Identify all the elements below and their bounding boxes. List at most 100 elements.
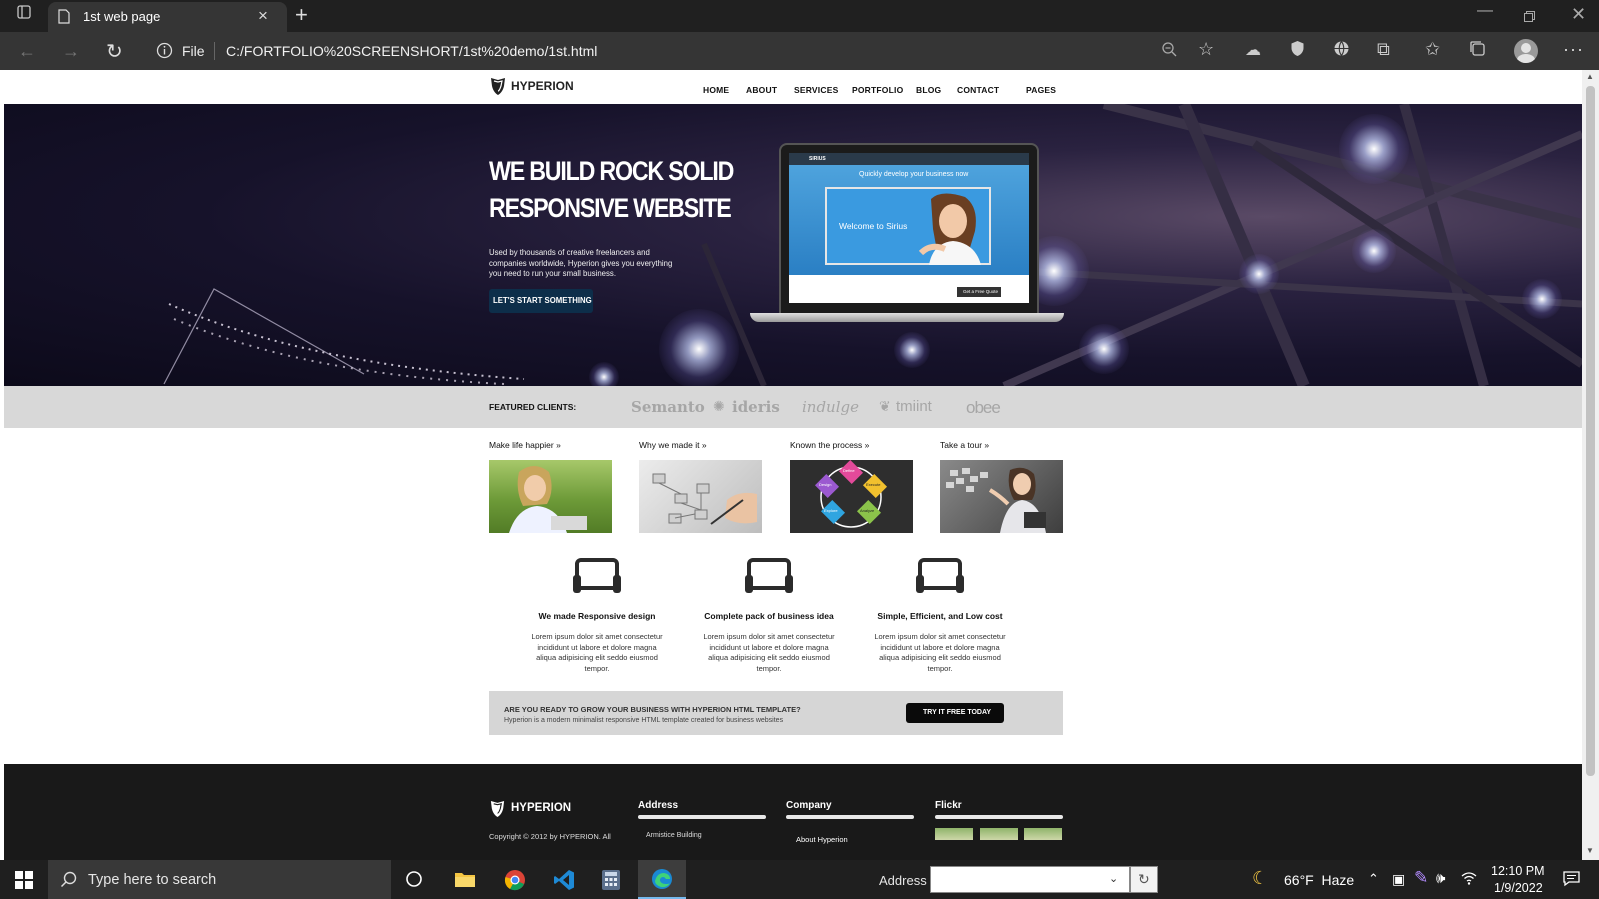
flickr-photo[interactable] [935,828,973,840]
globe-icon[interactable] [1333,40,1350,62]
page-scrollbar[interactable]: ▲ ▼ [1582,70,1599,860]
more-icon[interactable]: ··· [1563,39,1584,60]
close-tab-icon[interactable]: × [258,6,268,26]
address-go-button[interactable]: ↻ [1130,866,1158,893]
scroll-down-icon[interactable]: ▼ [1586,846,1594,855]
pen-icon[interactable]: ✎ [1414,868,1428,888]
wifi-icon[interactable] [1461,870,1477,891]
page-viewport: HYPERION HOME ABOUT SERVICES PORTFOLIO B… [0,70,1599,860]
back-icon[interactable]: ← [18,41,36,62]
new-tab-icon[interactable]: + [295,2,308,28]
taskbar-address-input[interactable]: ⌄ [930,866,1130,893]
mock-site-hero: Quickly develop your business now Welcom… [789,165,1029,275]
process-explore: Explore [824,508,838,513]
try-free-button[interactable]: TRY IT FREE TODAY [906,703,1004,723]
light-flare [1079,324,1129,374]
url-field[interactable]: C:/FORTFOLIO%20SCREENSHORT/1st%20demo/1s… [226,43,597,59]
scrollbar-thumb[interactable] [1586,86,1595,776]
try-free-label: TRY IT FREE TODAY [923,709,992,716]
favorite-add-icon[interactable]: ☆ [1198,39,1214,60]
chevron-up-icon[interactable]: ⌃ [1368,871,1379,887]
light-flare [659,309,739,386]
weather-text[interactable]: 66°F Haze [1284,872,1354,888]
taskbar-search-box[interactable]: Type here to search [48,860,391,899]
nav-pages[interactable]: PAGES [1026,85,1056,95]
brand-name[interactable]: HYPERION [511,79,574,93]
tab-actions-icon[interactable] [12,4,36,28]
chrome-icon[interactable] [504,869,526,896]
favorites-icon[interactable]: ✩ [1425,39,1440,60]
scroll-up-icon[interactable]: ▲ [1586,72,1594,81]
thumb-image-happy-girl[interactable] [489,460,612,533]
restore-icon[interactable] [1524,9,1535,27]
feature-title-1: We made Responsive design [538,611,656,621]
thumb-image-process[interactable]: Define Execute Analyze Explore Design [790,460,913,533]
search-placeholder: Type here to search [88,872,217,888]
cta-heading: ARE YOU READY TO GROW YOUR BUSINESS WITH… [504,705,801,714]
volume-icon[interactable]: 🕪 [1436,870,1445,887]
process-design: Design [819,482,832,487]
task-view-icon[interactable] [405,870,423,893]
close-window-icon[interactable]: ✕ [1571,4,1586,25]
forward-icon[interactable]: → [62,41,80,62]
footer-copyright: Copyright © 2012 by HYPERION. All [489,832,611,841]
avatar[interactable] [1514,39,1538,63]
client-logo-semanto: Semanto [631,398,705,416]
footer-company-heading: Company [786,800,832,811]
thumb-image-tour[interactable] [940,460,1063,533]
info-icon[interactable] [156,42,173,64]
chevron-down-icon[interactable]: ⌄ [1109,872,1118,885]
hero-cta-label: LET'S START SOMETHING [493,296,592,305]
edge-taskbar-button[interactable] [638,860,686,899]
hero-banner: WE BUILD ROCK SOLID RESPONSIVE WEBSITE U… [4,104,1582,386]
nav-services[interactable]: SERVICES [794,85,838,95]
notifications-icon[interactable] [1563,870,1580,892]
thumb-title-2[interactable]: Why we made it » [639,440,707,450]
windows-taskbar: Type here to search Address ⌄ ↻ ☾ 66°F H… [0,860,1599,899]
process-execute: Execute [866,482,881,487]
light-flare [1352,229,1396,273]
device-icon [914,557,966,595]
calculator-icon[interactable] [601,869,621,896]
tracking-icon[interactable]: ☁ [1245,40,1261,60]
thumb-title-4[interactable]: Take a tour » [940,440,989,450]
page-icon [58,9,70,27]
laptop-screen: SIRIUS Quickly develop your business now… [789,153,1029,303]
collections-icon[interactable] [1469,40,1486,62]
logo-icon[interactable] [489,76,507,101]
process-analyze: Analyze [860,508,875,513]
mock-quote-button: Get a Free Quote [957,287,1001,297]
thumb-image-sketch[interactable] [639,460,762,533]
flickr-photo[interactable] [980,828,1018,840]
meet-icon[interactable]: ▣ [1392,871,1405,888]
footer-company-link[interactable]: About Hyperion [796,835,848,844]
nav-portfolio[interactable]: PORTFOLIO [852,85,903,95]
site-footer: HYPERION Copyright © 2012 by HYPERION. A… [4,764,1582,860]
shield-icon[interactable] [1290,40,1305,62]
mock-welcome-text: Welcome to Sirius [839,221,908,231]
nav-contact[interactable]: CONTACT [957,85,999,95]
flickr-photo[interactable] [1024,828,1062,840]
clients-label: FEATURED CLIENTS: [489,402,577,412]
thumb-title-3[interactable]: Known the process » [790,440,869,450]
extensions-icon[interactable]: ⧉ [1377,39,1390,60]
windows-start-icon[interactable] [15,871,33,894]
device-icon [743,557,795,595]
clock-date[interactable]: 1/9/2022 [1494,881,1543,895]
clock-time[interactable]: 12:10 PM [1491,864,1545,878]
active-tab[interactable]: 1st web page × [48,2,287,32]
hero-cta-button[interactable]: LET'S START SOMETHING [489,289,593,313]
client-logo-obee: obee [966,398,1001,417]
zoom-icon[interactable] [1161,41,1178,63]
file-explorer-icon[interactable] [454,870,476,893]
nav-blog[interactable]: BLOG [916,85,941,95]
nav-about[interactable]: ABOUT [746,85,777,95]
nav-home[interactable]: HOME [703,85,729,95]
footer-divider [935,815,1063,819]
refresh-icon[interactable]: ↻ [106,39,123,64]
vscode-icon[interactable] [553,869,575,896]
minimize-icon[interactable]: — [1477,2,1493,20]
client-logo-indulge: indulge [802,398,859,416]
thumb-title-1[interactable]: Make life happier » [489,440,561,450]
tab-bar: 1st web page × + — ✕ [0,0,1599,32]
